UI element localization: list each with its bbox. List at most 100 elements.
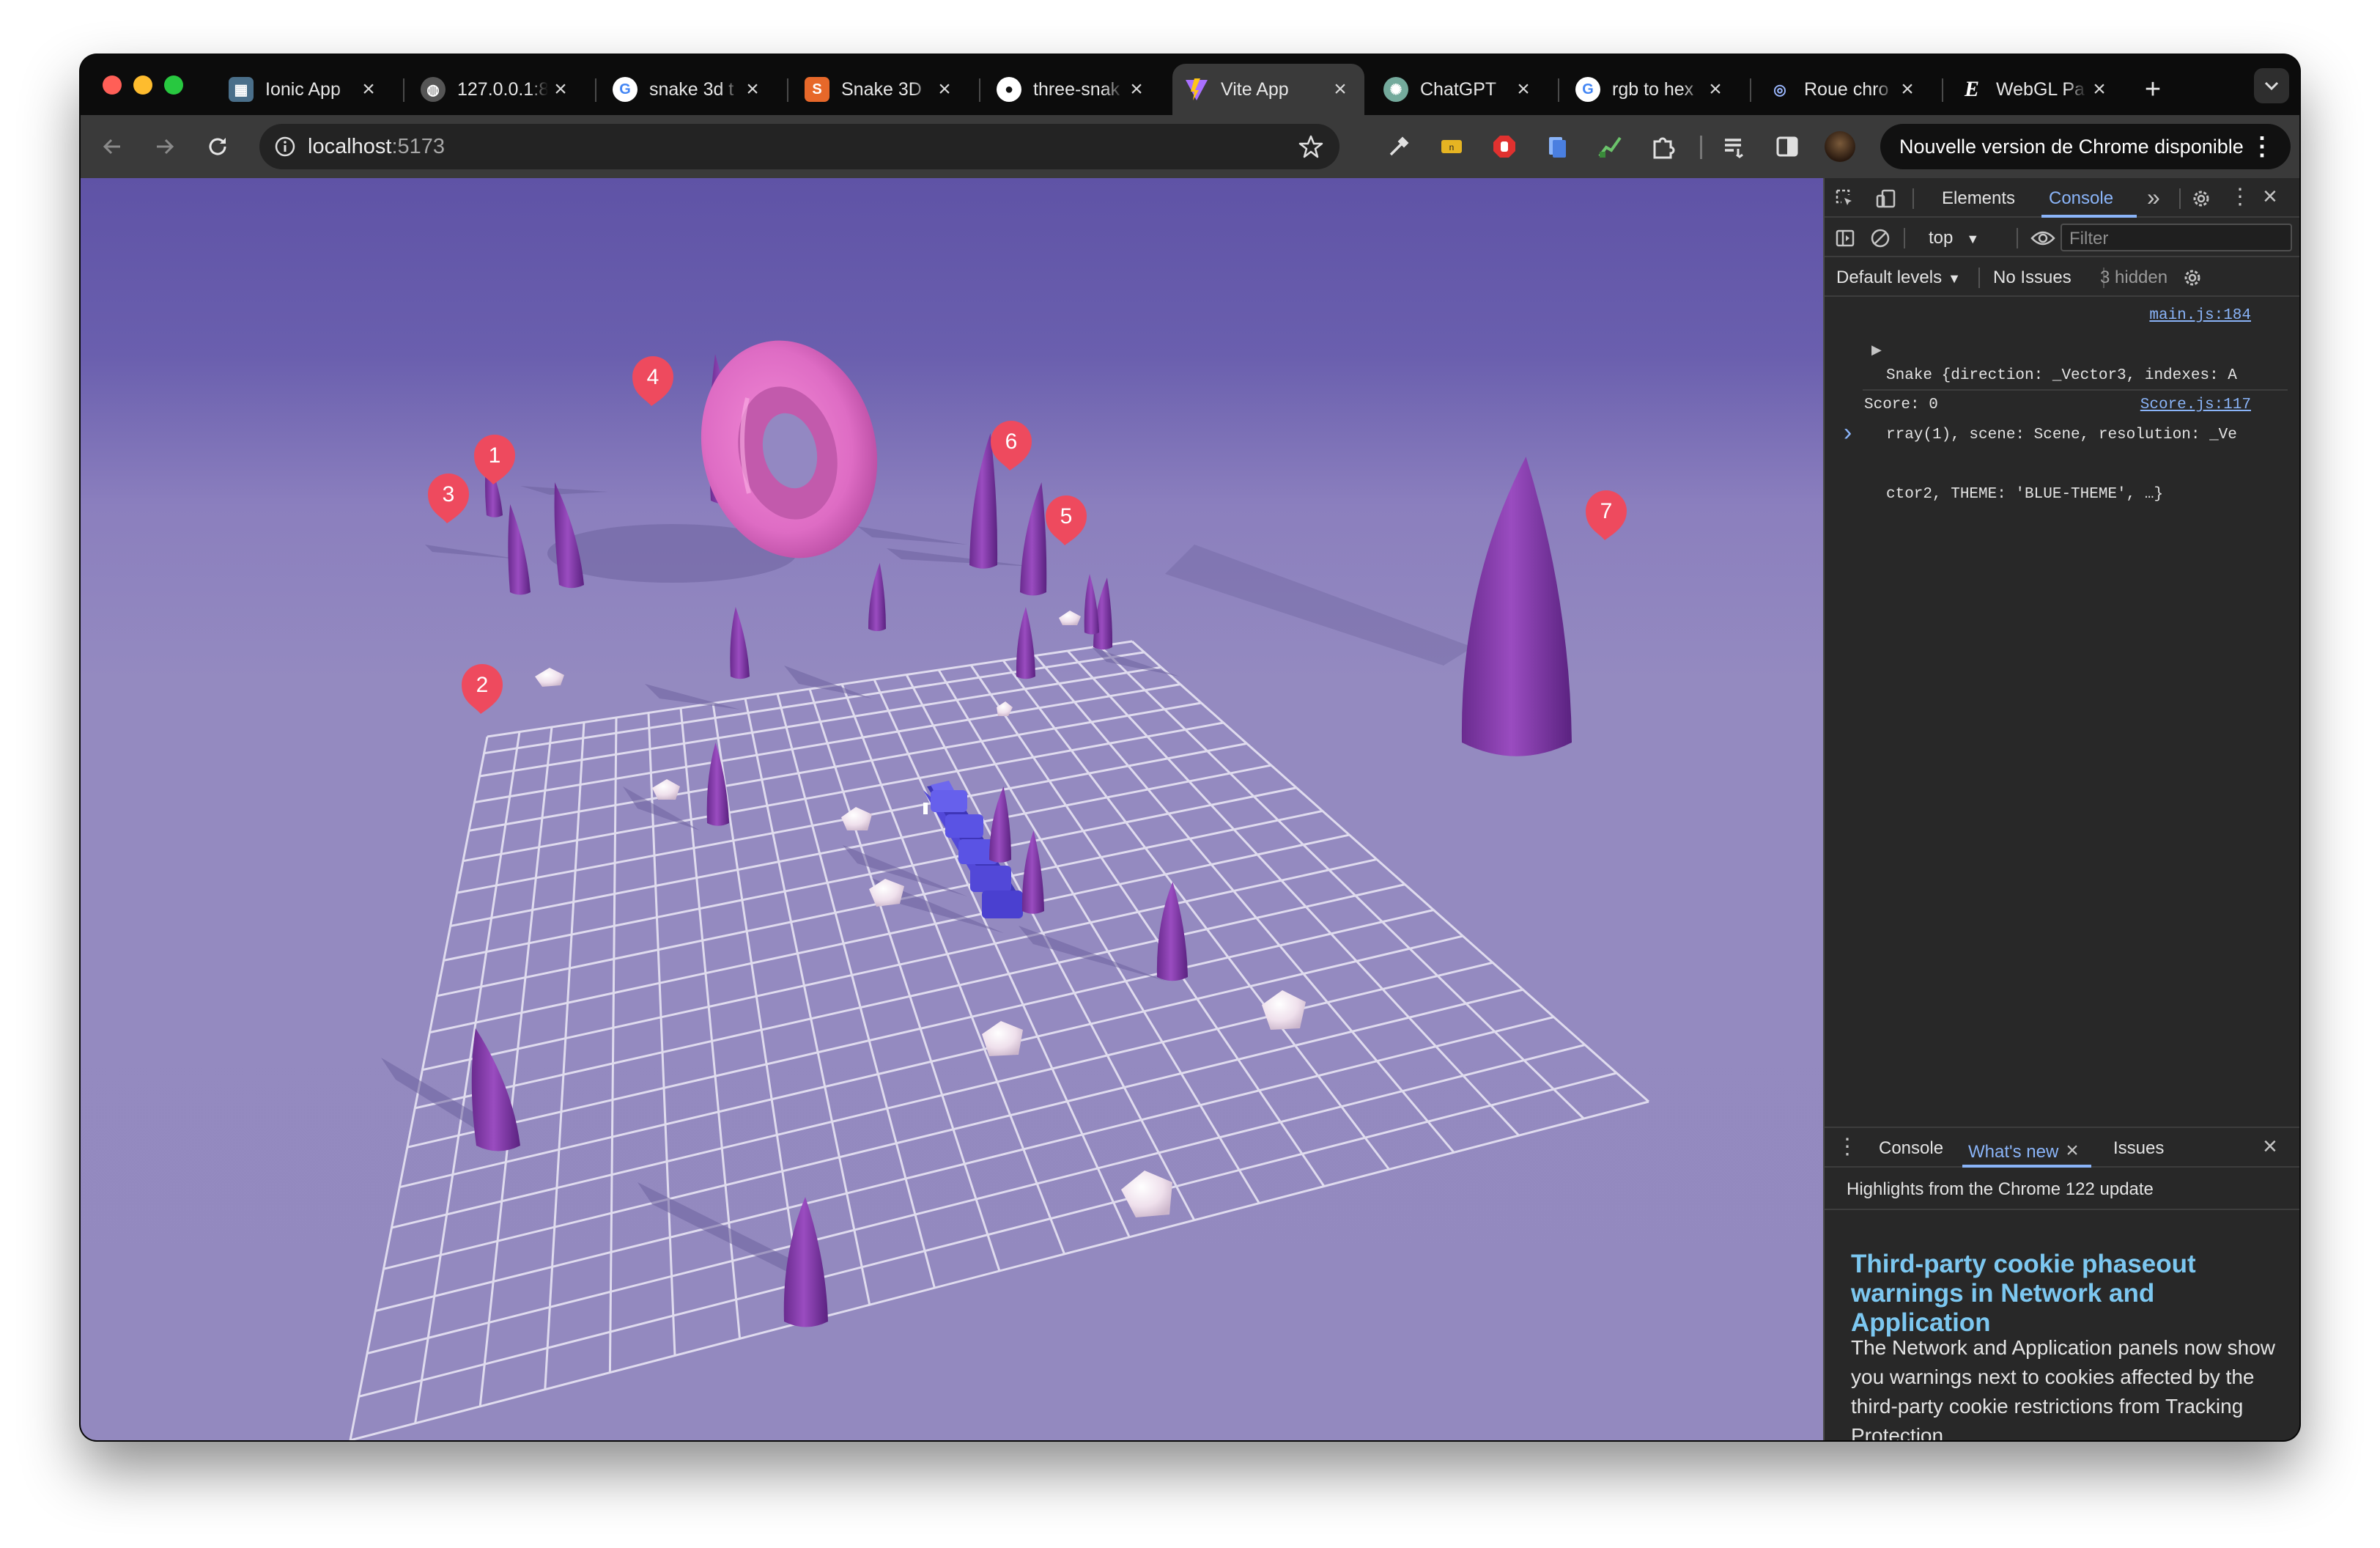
close-tab-icon[interactable]: × — [1895, 77, 1920, 102]
console-settings-gear-icon[interactable] — [2179, 265, 2206, 291]
reload-button[interactable] — [196, 125, 239, 168]
arrow-left-icon — [103, 139, 120, 155]
tab-console[interactable]: Console — [2049, 188, 2113, 209]
log-source-link[interactable]: main.js:184 — [2149, 307, 2251, 324]
marker-label: 5 — [1060, 504, 1073, 528]
issues-button[interactable]: No Issues — [1993, 268, 2072, 288]
grid-line — [383, 988, 1523, 1270]
context-label: top — [1929, 228, 1954, 248]
tab-vite-app[interactable]: Vite App × — [1172, 64, 1364, 115]
drawer-tab-issues[interactable]: Issues — [2113, 1138, 2164, 1159]
browser-toolbar: localhost:5173 n Nouvelle version de Ch… — [81, 115, 2299, 178]
close-tab-icon[interactable]: × — [2066, 1138, 2079, 1162]
tab-roue-chromatique[interactable]: ◎ Roue chro × — [1756, 64, 1932, 115]
forward-button[interactable] — [144, 125, 186, 168]
crystal-spike — [989, 786, 1011, 863]
close-devtools-icon[interactable]: × — [2263, 183, 2277, 211]
tab-rgb-to-hex[interactable]: G rgb to hex × — [1564, 64, 1740, 115]
grid-line — [1131, 640, 1649, 1103]
tab-three-snake[interactable]: ● three-snak × — [985, 64, 1161, 115]
globe-icon: ◍ — [421, 77, 446, 102]
tab-snake-3d[interactable]: S Snake 3D × — [793, 64, 969, 115]
profile-avatar[interactable] — [1825, 131, 1855, 162]
drawer-menu-icon[interactable]: ⋮ — [1836, 1134, 1858, 1160]
close-tab-icon[interactable]: × — [1328, 77, 1353, 102]
tab-label: Snake 3D — [841, 78, 922, 100]
marker-4: 4 — [632, 356, 673, 406]
tab-ionic-app[interactable]: ▦ Ionic App × — [217, 64, 393, 115]
extension-yellow-icon[interactable]: n — [1436, 131, 1467, 162]
marker-label: 6 — [1005, 430, 1018, 454]
reading-list-icon[interactable] — [1719, 131, 1750, 162]
close-tab-icon[interactable]: × — [740, 77, 765, 102]
crystal-spike — [1461, 457, 1572, 756]
ionic-favicon: ▦ — [229, 77, 254, 102]
crystal-spike — [508, 504, 531, 595]
side-panel-icon[interactable] — [1772, 131, 1803, 162]
tab-chatgpt[interactable]: ✺ ChatGPT × — [1372, 64, 1548, 115]
tab-localhost-8[interactable]: ◍ 127.0.0.1:8 × — [409, 64, 585, 115]
drawer-tab-whats-new[interactable]: What's new × — [1968, 1138, 2079, 1163]
back-button[interactable] — [91, 125, 133, 168]
settings-gear-icon[interactable] — [2188, 185, 2214, 212]
tab-label: 127.0.0.1:8 — [457, 78, 548, 100]
close-window-button[interactable] — [103, 75, 122, 95]
marker-1: 1 — [474, 435, 515, 484]
maximize-window-button[interactable] — [164, 75, 183, 95]
tab-snake-3d-search[interactable]: G snake 3d t × — [601, 64, 777, 115]
marker-label: 1 — [489, 443, 501, 468]
snake-object-log[interactable]: Snake {direction: _Vector3, indexes: A r… — [1886, 326, 2237, 544]
grid-line — [1002, 660, 1390, 1171]
grid-line — [414, 883, 1405, 1110]
eyedropper-extension-icon[interactable] — [1383, 131, 1414, 162]
drawer-tab-console[interactable]: Console — [1879, 1138, 1943, 1159]
close-tab-icon[interactable]: × — [1703, 77, 1728, 102]
log-expand-arrow-icon[interactable]: ▶ — [1871, 342, 1882, 358]
extensions-puzzle-icon[interactable] — [1647, 131, 1678, 162]
url-port: :5173 — [391, 134, 446, 158]
console-levels-bar: Default levels ▼ No Issues 3 hidden — [1825, 257, 2299, 297]
close-tab-icon[interactable]: × — [1511, 77, 1536, 102]
close-drawer-icon[interactable]: × — [2263, 1132, 2277, 1161]
crystal-spike — [1020, 482, 1047, 596]
whats-new-title[interactable]: Third-party cookie phaseout warnings in … — [1851, 1250, 2291, 1338]
spikes — [471, 354, 1572, 1327]
reload-icon — [209, 138, 226, 155]
site-info-icon[interactable] — [274, 136, 296, 158]
tab-search-button[interactable] — [2254, 68, 2289, 103]
address-bar[interactable]: localhost:5173 — [259, 124, 1339, 169]
more-tabs-icon[interactable]: » — [2147, 184, 2160, 211]
minimize-window-button[interactable] — [133, 75, 152, 95]
close-tab-icon[interactable]: × — [1124, 77, 1149, 102]
live-expression-eye-icon[interactable] — [2028, 225, 2058, 251]
snake-game-scene: 1 2 3 4 5 6 7 — [349, 340, 1649, 1440]
log-source-link[interactable]: Score.js:117 — [2140, 397, 2251, 413]
bookmark-star-icon[interactable] — [1298, 134, 1323, 159]
clear-console-icon[interactable] — [1867, 225, 1893, 251]
docs-extension-icon[interactable] — [1542, 131, 1572, 162]
close-tab-icon[interactable]: × — [932, 77, 957, 102]
console-filter-input[interactable]: Filter — [2061, 224, 2292, 251]
svg-text:n: n — [1449, 142, 1455, 152]
tab-label: snake 3d t — [649, 78, 734, 100]
tab-label: rgb to hex — [1612, 78, 1694, 100]
chrome-update-button[interactable]: Nouvelle version de Chrome disponible ⋮ — [1880, 124, 2291, 169]
chart-extension-icon[interactable] — [1594, 131, 1625, 162]
sidebar-toggle-icon[interactable] — [1832, 225, 1858, 251]
log-levels-dropdown[interactable]: Default levels ▼ — [1836, 268, 1961, 288]
devtools-menu-icon[interactable]: ⋮ — [2229, 184, 2251, 210]
inspect-element-icon[interactable] — [1832, 185, 1858, 212]
close-tab-icon[interactable]: × — [2087, 77, 2112, 102]
webgl-canvas[interactable]: 1 2 3 4 5 6 7 — [81, 178, 1823, 1440]
context-selector[interactable]: top ▼ — [1929, 228, 1979, 248]
grid-line — [399, 935, 1463, 1189]
new-tab-button[interactable]: + — [2131, 64, 2175, 115]
adblock-extension-icon[interactable] — [1489, 131, 1520, 162]
more-menu-icon[interactable]: ⋮ — [2250, 132, 2274, 161]
device-toolbar-icon[interactable] — [1873, 185, 1899, 212]
tab-elements[interactable]: Elements — [1942, 188, 2015, 209]
close-tab-icon[interactable]: × — [356, 77, 381, 102]
tab-webgl[interactable]: E WebGL Pa × — [1948, 64, 2124, 115]
console-prompt[interactable]: › — [1844, 419, 1852, 447]
close-tab-icon[interactable]: × — [548, 77, 573, 102]
